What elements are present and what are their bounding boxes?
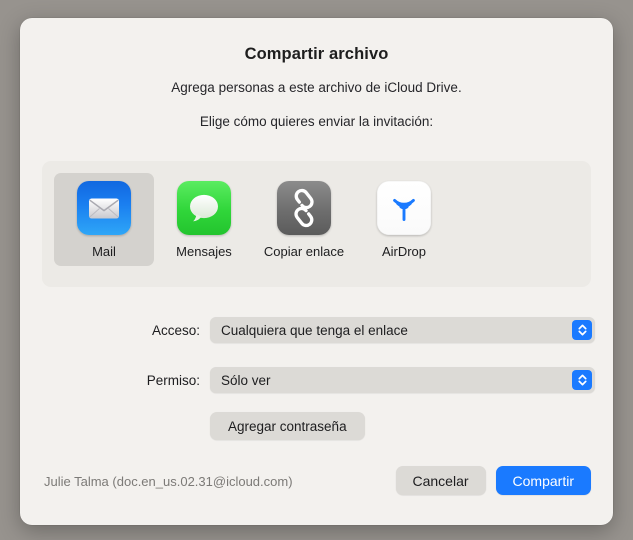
access-value: Cualquiera que tenga el enlace	[221, 322, 408, 338]
page-title: Compartir archivo	[244, 45, 389, 63]
permission-row: Permiso: Sólo ver	[20, 367, 595, 393]
dialog-subtitle: Agrega personas a este archivo de iCloud…	[171, 80, 462, 95]
access-row: Acceso: Cualquiera que tenga el enlace	[20, 317, 595, 343]
share-methods-list: Mail Mensajes Copiar enlace AirDrop	[54, 173, 454, 266]
share-method-label: Mensajes	[176, 244, 232, 259]
account-label: Julie Talma (doc.en_us.02.31@icloud.com)	[44, 474, 293, 489]
share-method-label: AirDrop	[381, 244, 427, 259]
cancel-button[interactable]: Cancelar	[395, 466, 486, 495]
share-button[interactable]: Compartir	[495, 466, 591, 495]
permission-value: Sólo ver	[221, 372, 271, 388]
chevron-updown-icon[interactable]	[572, 370, 592, 390]
chevron-updown-icon[interactable]	[572, 320, 592, 340]
dialog-actions: Cancelar Compartir	[395, 466, 591, 495]
access-popup-button[interactable]: Cualquiera que tenga el enlace	[210, 317, 595, 343]
permission-popup-button[interactable]: Sólo ver	[210, 367, 595, 393]
mail-icon	[77, 181, 131, 235]
share-method-label: Mail	[92, 244, 116, 259]
share-file-dialog: Compartir archivo Agrega personas a este…	[20, 18, 613, 525]
permission-label: Permiso:	[146, 372, 200, 388]
add-password-button[interactable]: Agregar contraseña	[210, 412, 365, 440]
share-method-messages[interactable]: Mensajes	[154, 173, 254, 266]
share-method-copy-link[interactable]: Copiar enlace	[254, 173, 354, 266]
messages-icon	[177, 181, 231, 235]
dialog-prompt: Elige cómo quieres enviar la invitación:	[199, 114, 434, 129]
share-method-mail[interactable]: Mail	[54, 173, 154, 266]
airdrop-icon	[377, 181, 431, 235]
share-method-label: Copiar enlace	[263, 244, 345, 259]
share-method-airdrop[interactable]: AirDrop	[354, 173, 454, 266]
share-methods-container: Mail Mensajes Copiar enlace AirDrop	[42, 161, 591, 287]
link-icon	[277, 181, 331, 235]
access-label: Acceso:	[151, 322, 200, 338]
